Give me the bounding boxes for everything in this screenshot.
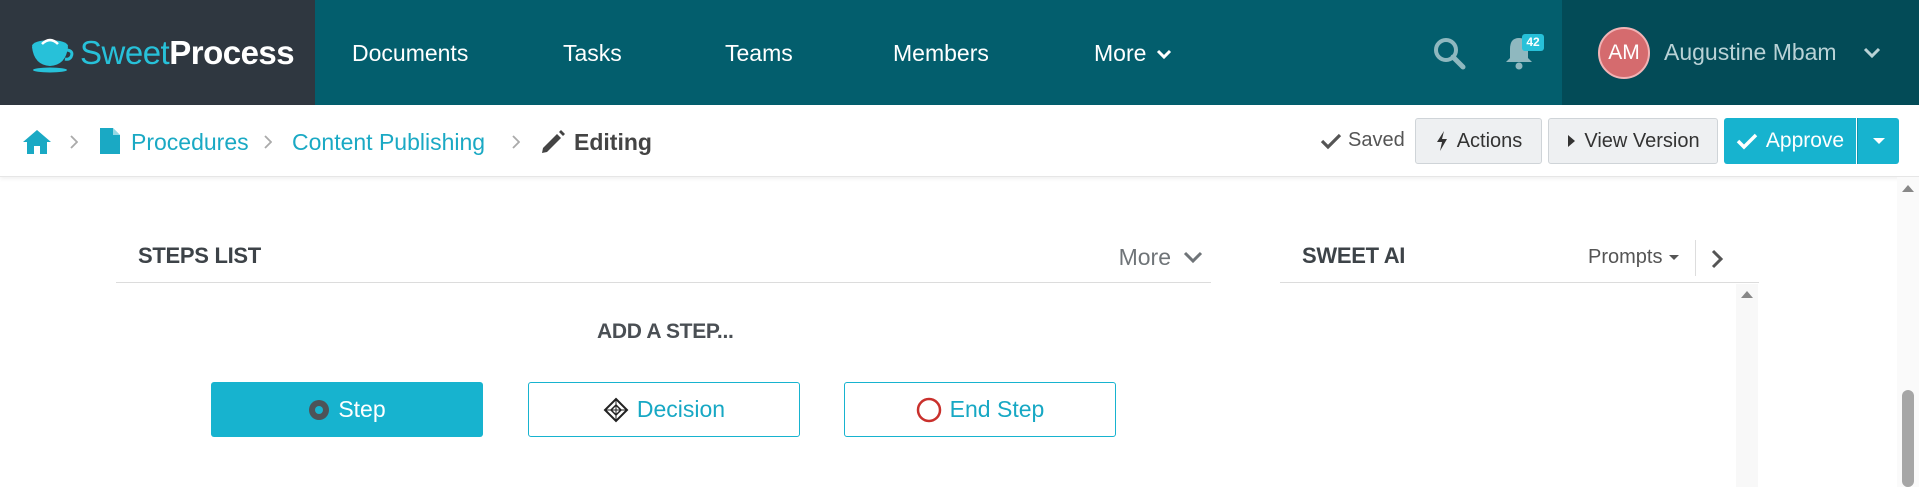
sweet-ai-header: SWEET AI Prompts: [1280, 240, 1759, 283]
bolt-icon: [1436, 131, 1447, 151]
steps-more-button[interactable]: More: [1119, 244, 1203, 271]
check-icon: [1736, 133, 1758, 150]
view-version-button[interactable]: View Version: [1548, 118, 1718, 164]
prompts-label: Prompts: [1588, 246, 1663, 268]
chevron-down-icon: [1157, 49, 1172, 59]
nav-members[interactable]: Members: [893, 40, 989, 67]
play-icon: [1568, 135, 1576, 147]
add-step-button[interactable]: Step: [211, 382, 483, 437]
chevron-right-icon: [512, 135, 520, 149]
page-scrollbar-thumb[interactable]: [1902, 390, 1914, 487]
add-step-heading: ADD A STEP...: [597, 320, 734, 343]
view-version-label: View Version: [1584, 129, 1700, 152]
user-name: Augustine Mbam: [1664, 39, 1837, 65]
brand-process: Process: [169, 33, 295, 71]
avatar: AM: [1598, 26, 1650, 79]
scroll-up-arrow-icon[interactable]: [1901, 183, 1915, 193]
add-decision-button[interactable]: Decision: [528, 382, 800, 437]
chevron-right-icon: [70, 135, 78, 149]
decision-label: Decision: [636, 396, 726, 422]
caret-down-icon: [1669, 254, 1680, 260]
pencil-icon: [542, 130, 565, 153]
add-end-step-button[interactable]: End Step: [844, 382, 1116, 437]
actions-button[interactable]: Actions: [1415, 118, 1542, 164]
brand-logo[interactable]: SweetProcess: [0, 0, 315, 105]
saved-status: Saved: [1320, 129, 1405, 152]
approve-button[interactable]: Approve: [1724, 118, 1856, 164]
prompts-dropdown[interactable]: Prompts: [1588, 246, 1680, 269]
approve-label: Approve: [1765, 129, 1845, 152]
step-dot-icon: [309, 399, 330, 420]
nav-more-label: More: [1094, 40, 1147, 66]
steps-more-label: More: [1118, 244, 1171, 270]
notification-badge: 42: [1522, 34, 1544, 51]
nav-teams[interactable]: Teams: [725, 40, 793, 67]
steps-list-header: STEPS LIST More: [116, 240, 1211, 283]
end-step-label: End Step: [949, 396, 1045, 422]
chevron-down-icon: [1863, 47, 1880, 58]
chevron-right-icon[interactable]: [1710, 248, 1724, 270]
scroll-up-arrow-icon[interactable]: [1740, 289, 1754, 299]
teacup-logo-icon: [32, 38, 74, 72]
breadcrumb-current: Editing: [574, 129, 652, 155]
nav-more[interactable]: More: [1094, 40, 1172, 67]
sweet-ai-panel: [1280, 284, 1759, 487]
search-icon[interactable]: [1432, 36, 1466, 70]
chevron-right-icon: [264, 135, 272, 149]
home-icon[interactable]: [22, 128, 52, 155]
breadcrumb-procedures[interactable]: Procedures: [131, 129, 249, 156]
user-menu[interactable]: AM Augustine Mbam: [1562, 0, 1919, 105]
brand-sweet: Sweet: [80, 33, 170, 71]
actions-label: Actions: [1456, 129, 1523, 152]
decision-diamond-icon: [603, 397, 629, 422]
saved-label: Saved: [1348, 129, 1405, 151]
steps-list-title: STEPS LIST: [138, 243, 261, 268]
top-navigation: SweetProcess Documents Tasks Teams Membe…: [0, 0, 1919, 105]
end-circle-icon: [916, 397, 941, 422]
breadcrumb-bar: Procedures Content Publishing Editing Sa…: [0, 105, 1919, 177]
nav-documents[interactable]: Documents: [352, 40, 468, 67]
step-label: Step: [338, 396, 386, 422]
breadcrumb-content-publishing[interactable]: Content Publishing: [292, 129, 485, 156]
check-icon: [1320, 133, 1342, 149]
sweet-ai-scrollbar[interactable]: [1736, 284, 1758, 487]
divider: [1695, 240, 1696, 276]
caret-down-icon: [1872, 138, 1885, 144]
brand-name: SweetProcess: [80, 33, 295, 72]
document-icon: [100, 128, 120, 154]
sweet-ai-title: SWEET AI: [1302, 243, 1406, 268]
chevron-down-icon: [1183, 251, 1203, 264]
nav-tasks[interactable]: Tasks: [563, 40, 622, 67]
approve-dropdown-button[interactable]: [1857, 118, 1899, 164]
